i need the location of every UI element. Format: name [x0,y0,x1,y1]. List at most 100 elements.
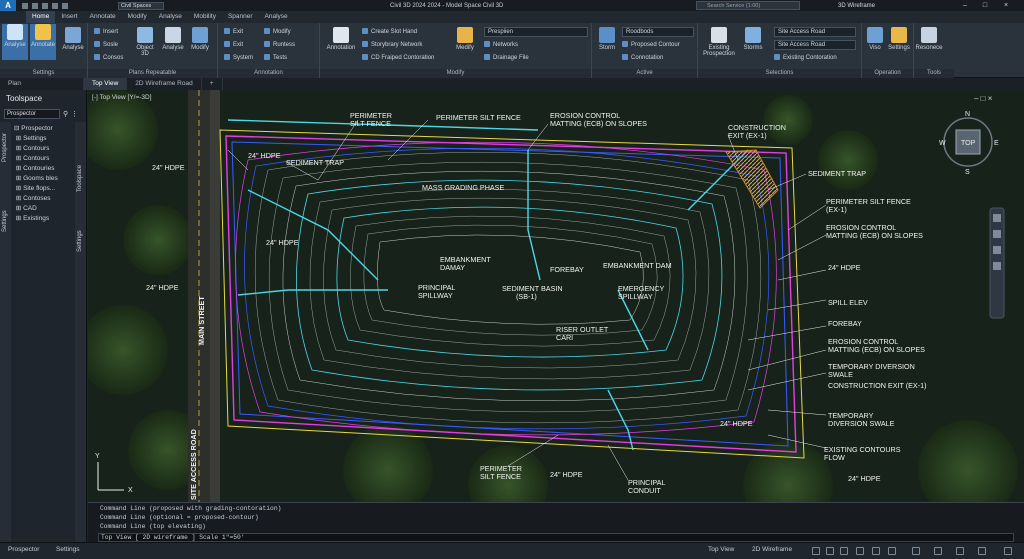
tests-tool[interactable]: Tests [264,53,287,63]
status-style[interactable]: 2D Wireframe [752,546,792,553]
sosle-tool[interactable]: Sosle [94,40,118,50]
system-tool[interactable]: System [224,53,253,63]
tab-annotate[interactable]: Annotate [84,11,122,23]
search-icon[interactable]: ⚲ [63,110,68,118]
grid-icon[interactable] [812,547,820,555]
fullscreen-icon[interactable] [978,547,986,555]
orbit-icon[interactable] [993,246,1001,254]
tab-insert[interactable]: Insert [55,11,83,23]
close-button[interactable]: × [1000,2,1012,9]
plan-analyse-button[interactable]: Analyse [160,27,186,51]
navigation-bar[interactable] [989,207,1005,319]
drainage-file-tool[interactable]: Drainage File [484,53,529,63]
analyse-button-2[interactable]: Analyse [60,27,86,51]
tree-item[interactable]: ⊞ Contouries [14,164,74,174]
drawing-viewport[interactable]: MAIN STREET SITE ACCESS ROAD PERIMETER SI… [88,90,1024,502]
networks-tool[interactable]: Networks [484,40,518,50]
medify-button[interactable]: Medify [452,27,478,51]
search-input[interactable]: Search Service (1:00) [696,1,800,10]
site-access-road-dropdown[interactable]: Site Access Road [774,27,856,37]
existing-contoration-tool[interactable]: Existing Contoration [774,53,837,63]
connotation-tool[interactable]: Connotation [622,53,663,63]
status-tab-prospector[interactable]: Prospector [8,546,39,553]
tree-item[interactable]: ⊞ Settings [14,134,74,144]
doc-tab-top-view[interactable]: Top View [84,78,128,90]
options-icon[interactable]: ⋮ [71,110,78,118]
doc-tab-wireframe-road[interactable]: 2D Wireframe Road [127,78,202,90]
object-3d-button[interactable]: Object 3D [132,27,158,57]
ortho-icon[interactable] [840,547,848,555]
consos-tool[interactable]: Consos [94,53,123,63]
storm-button[interactable]: Storm [594,27,620,51]
save-icon[interactable] [42,2,48,9]
workspace-dropdown[interactable]: Civil Spaces [118,1,164,10]
create-slot-tool[interactable]: Create Slot Hand [362,27,417,37]
tree-item[interactable]: ⊞ Contours [14,154,74,164]
customize-icon[interactable] [1004,547,1012,555]
osnap-icon[interactable] [872,547,880,555]
settings-button[interactable]: Settings [886,27,912,51]
tree-item[interactable]: ⊞ CAD [14,204,74,214]
side-tab-prospector[interactable]: Prospector [2,133,8,162]
roodbods-dropdown[interactable]: Roodbods [622,27,694,37]
status-tab-settings[interactable]: Settings [56,546,80,553]
tab-home[interactable]: Home [26,11,56,23]
tree-item[interactable]: ⊞ Existings [14,214,74,224]
tree-item[interactable]: ⊞ Site flops... [14,184,74,194]
redo-icon[interactable] [62,2,68,9]
tab-mobility[interactable]: Mobility [188,11,222,23]
exit-tool-2[interactable]: Exit [224,40,243,50]
maximize-button[interactable]: □ [980,2,990,9]
prospector-dropdown[interactable]: Prospector [4,108,60,119]
tree-item[interactable]: ⊟ Prospector [14,124,74,134]
analyse-button[interactable]: Analyse [2,24,28,60]
pan-icon[interactable] [993,214,1001,222]
workspace-icon[interactable] [934,547,942,555]
side-tab-toolspace[interactable]: Toolspace [77,165,83,192]
lineweight-icon[interactable] [888,547,896,555]
add-tab-button[interactable]: + [202,78,223,90]
exit-tool[interactable]: Exit [224,27,243,37]
tab-modify[interactable]: Modify [122,11,153,23]
storybrary-network-tool[interactable]: Storybrary Network [362,40,422,50]
viewport-label[interactable]: [-] Top View [Y/=-3D] [92,94,152,101]
tab-analyse-2[interactable]: Analyse [259,11,294,23]
plan-modify-button[interactable]: Modify [187,27,213,51]
modify-tool[interactable]: Modify [264,27,291,37]
runtess-tool[interactable]: Runtess [264,40,295,50]
zoom-icon[interactable] [993,230,1001,238]
polar-icon[interactable] [856,547,864,555]
annotation-scale-icon[interactable] [912,547,920,555]
tab-spanner[interactable]: Spanner [222,11,259,23]
minimize-button[interactable]: – [960,2,970,9]
doc-tab-plan[interactable]: Plan [0,78,84,90]
tree-item[interactable]: ⊞ Contours [14,144,74,154]
viso-button[interactable]: Viso [862,27,888,51]
resonece-button[interactable]: Resonece [914,27,944,51]
showmotion-icon[interactable] [993,262,1001,270]
annotation-button[interactable]: Annotation [324,27,358,51]
insert-tool[interactable]: Insert [94,27,118,37]
prespiien-dropdown[interactable]: Prespiien [484,27,588,37]
site-access-road-dropdown-2[interactable]: Site Access Road [774,40,856,50]
tree-item[interactable]: ⊞ Gooms bles [14,174,74,184]
new-icon[interactable] [22,2,28,9]
tab-analyse[interactable]: Analyse [153,11,188,23]
undo-icon[interactable] [52,2,58,9]
proposed-contour-tool[interactable]: Proposed Contour [622,40,680,50]
open-icon[interactable] [32,2,38,9]
side-tab-settings[interactable]: Settings [2,210,8,232]
snap-icon[interactable] [826,547,834,555]
side-tab-settings-2[interactable]: Settings [77,230,83,252]
tree-item[interactable]: ⊞ Contoses [14,194,74,204]
command-input[interactable]: Top View [ 2D wireframe ] Scale 1"=50' [98,533,1014,542]
viewport-window-controls[interactable]: – □ × [974,94,993,103]
status-view[interactable]: Top View [708,546,734,553]
view-style-label[interactable]: 3D Wireframe [838,3,875,9]
storms-button[interactable]: Storms [740,27,766,51]
isolate-icon[interactable] [956,547,964,555]
existing-prospection-button[interactable]: Existing Prospection [700,27,738,57]
app-logo-icon[interactable]: A [0,0,16,11]
annotate-button[interactable]: Annotate [30,24,56,60]
fraiped-contoration-tool[interactable]: CD Fraiped Contoration [362,53,434,63]
